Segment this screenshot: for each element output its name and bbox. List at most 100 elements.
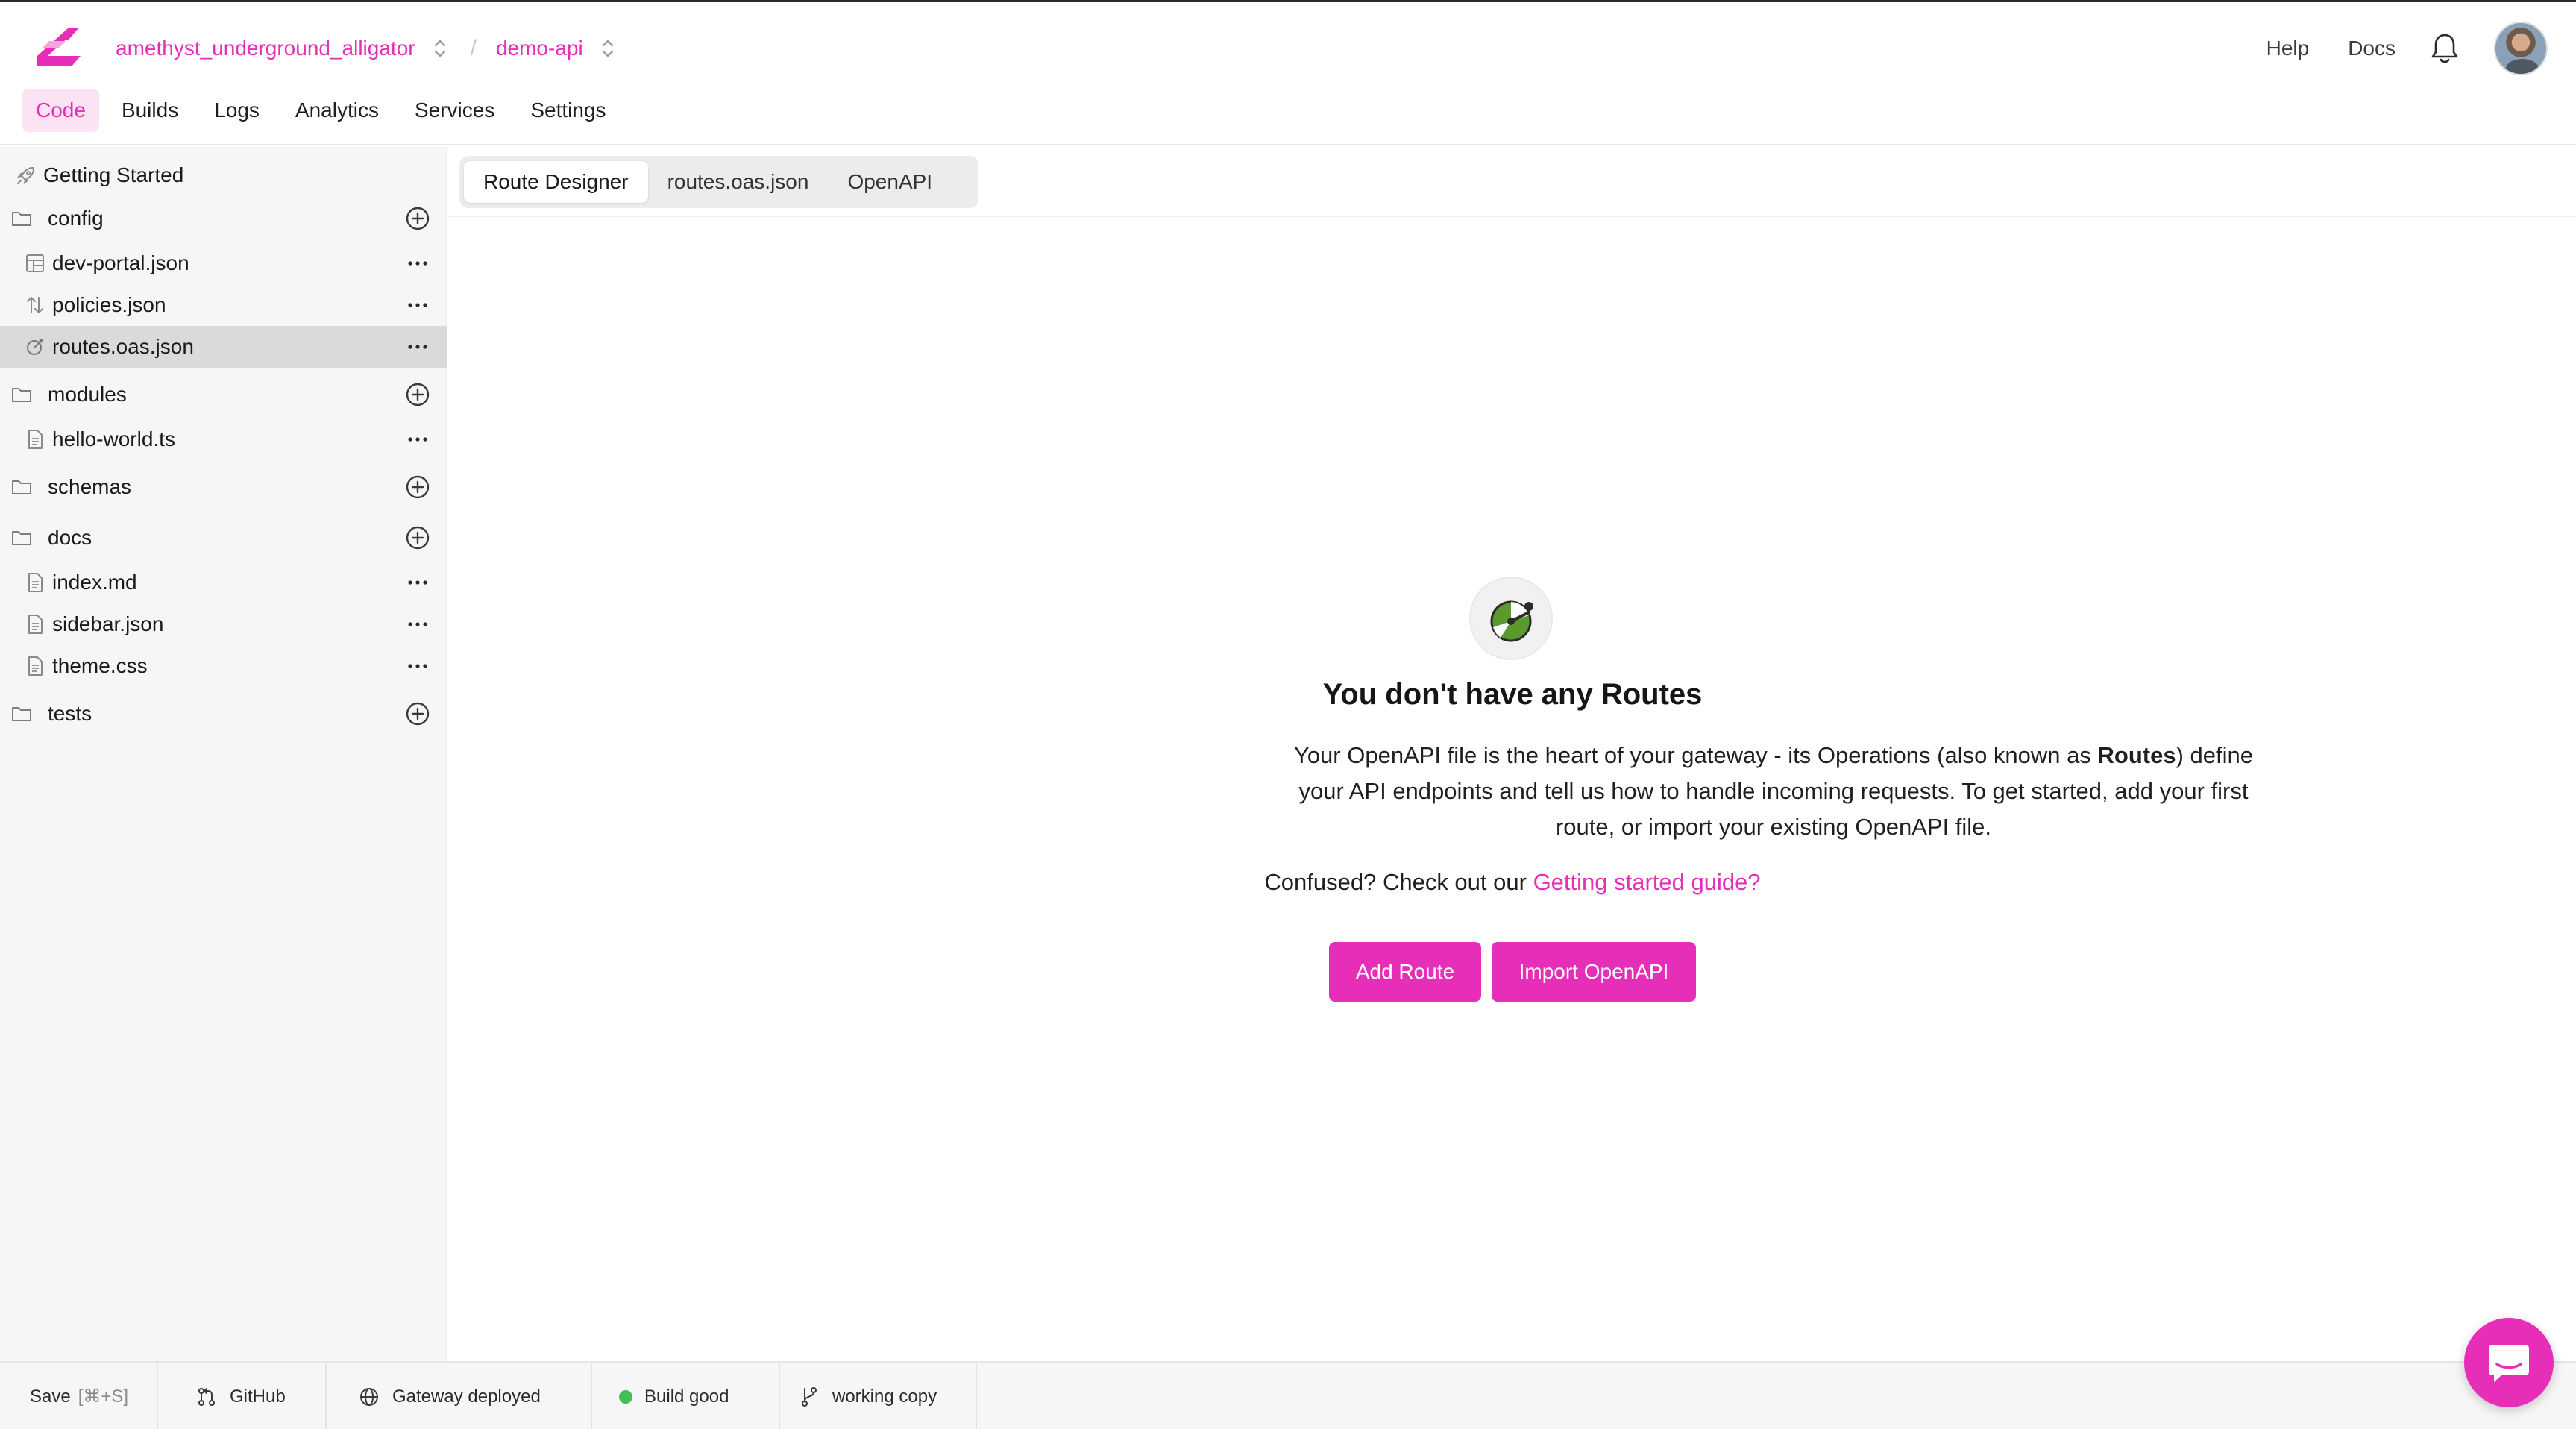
help-prefix: Confused? Check out our	[1264, 869, 1533, 895]
add-route-button[interactable]: Add Route	[1329, 942, 1481, 1002]
file-row[interactable]: index.md	[0, 562, 447, 603]
file-label: dev-portal.json	[52, 251, 189, 274]
more-options-icon[interactable]	[403, 568, 433, 597]
chevron-up-down-icon[interactable]	[432, 37, 448, 60]
file-explorer: Getting Started config dev-portal.json p…	[0, 147, 447, 1361]
status-dot	[619, 1389, 632, 1404]
file-row[interactable]: hello-world.ts	[0, 418, 447, 460]
folder-row[interactable]: docs	[0, 517, 447, 559]
user-avatar[interactable]	[2494, 22, 2548, 75]
file-row[interactable]: sidebar.json	[0, 603, 447, 645]
folder-label: docs	[48, 526, 92, 549]
gateway-label: Gateway deployed	[392, 1386, 541, 1407]
file-icon	[28, 430, 43, 449]
more-options-icon[interactable]	[403, 609, 433, 639]
folder-label: modules	[48, 383, 127, 406]
folder-icon	[12, 480, 31, 494]
folder-label: schemas	[48, 475, 132, 498]
getting-started-item[interactable]: Getting Started	[0, 154, 447, 196]
file-label: routes.oas.json	[52, 335, 194, 358]
file-row[interactable]: policies.json	[0, 284, 447, 326]
folder-label: config	[48, 207, 104, 230]
git-branch-icon	[802, 1386, 817, 1407]
globe-icon	[360, 1387, 378, 1406]
description-bold: Routes	[2097, 742, 2176, 768]
add-file-icon[interactable]	[403, 699, 433, 729]
project-switcher[interactable]: demo-api	[496, 37, 583, 60]
breadcrumb: amethyst_underground_alligator / demo-ap…	[116, 31, 616, 66]
file-row[interactable]: theme.css	[0, 645, 447, 687]
empty-state-description: Your OpenAPI file is the heart of your g…	[1289, 738, 2258, 845]
github-button[interactable]: GitHub	[158, 1363, 327, 1429]
add-file-icon[interactable]	[403, 472, 433, 502]
openapi-icon	[1469, 577, 1553, 660]
folder-row[interactable]: modules	[0, 374, 447, 415]
file-icon	[28, 573, 43, 592]
more-options-icon[interactable]	[403, 248, 433, 278]
chevron-up-down-icon[interactable]	[600, 37, 616, 60]
save-button[interactable]: Save [⌘+S]	[0, 1363, 158, 1429]
folder-icon	[12, 531, 31, 545]
branch-status[interactable]: working copy	[780, 1363, 977, 1429]
more-options-icon[interactable]	[403, 332, 433, 362]
folder-icon	[12, 707, 31, 721]
folder-row[interactable]: tests	[0, 693, 447, 735]
nav-tab-services[interactable]: Services	[401, 89, 508, 132]
file-label: sidebar.json	[52, 612, 164, 635]
folder-label: tests	[48, 702, 92, 725]
status-bar: Save [⌘+S] GitHub Gateway deployed Build…	[0, 1361, 2576, 1429]
add-file-icon[interactable]	[403, 523, 433, 553]
gateway-status[interactable]: Gateway deployed	[327, 1363, 592, 1429]
folder-row[interactable]: schemas	[0, 466, 447, 508]
import-openapi-button[interactable]: Import OpenAPI	[1492, 942, 1696, 1002]
folder-row[interactable]: config	[0, 198, 447, 239]
org-switcher[interactable]: amethyst_underground_alligator	[116, 37, 415, 60]
file-label: index.md	[52, 571, 137, 594]
rocket-icon	[16, 166, 35, 185]
file-label: theme.css	[52, 654, 148, 677]
more-options-icon[interactable]	[403, 290, 433, 320]
bell-icon[interactable]	[2428, 31, 2461, 66]
help-link[interactable]: Help	[2266, 37, 2310, 60]
editor-panel: Route Designer routes.oas.json OpenAPI Y…	[449, 147, 2576, 1361]
nav-tab-builds[interactable]: Builds	[108, 89, 192, 132]
app-header: amethyst_underground_alligator / demo-ap…	[0, 2, 2576, 145]
more-options-icon[interactable]	[403, 424, 433, 454]
folder-icon	[12, 388, 31, 402]
nav-tab-code[interactable]: Code	[22, 89, 99, 132]
folder-icon	[12, 212, 31, 226]
file-row[interactable]: dev-portal.json	[0, 242, 447, 284]
add-file-icon[interactable]	[403, 380, 433, 409]
empty-state: You don't have any Routes Your OpenAPI f…	[449, 147, 2576, 1361]
git-pull-request-icon	[198, 1387, 215, 1406]
file-icon	[28, 615, 43, 634]
nav-tab-analytics[interactable]: Analytics	[282, 89, 392, 132]
docs-link[interactable]: Docs	[2348, 37, 2396, 60]
nav-tab-settings[interactable]: Settings	[517, 89, 619, 132]
file-label: policies.json	[52, 293, 166, 316]
layout-icon	[26, 254, 44, 272]
getting-started-guide-link[interactable]: Getting started guide?	[1533, 869, 1761, 895]
help-line: Confused? Check out our Getting started …	[449, 869, 2576, 896]
breadcrumb-separator: /	[470, 36, 477, 60]
save-shortcut: [⌘+S]	[78, 1386, 129, 1407]
nav-tab-logs[interactable]: Logs	[201, 89, 273, 132]
add-file-icon[interactable]	[403, 204, 433, 233]
build-label: Build good	[644, 1386, 729, 1407]
more-options-icon[interactable]	[403, 651, 433, 681]
zuplo-logo[interactable]	[33, 23, 85, 69]
arrows-up-down-icon	[27, 297, 43, 313]
file-icon	[28, 656, 43, 676]
chat-bubble-icon	[2489, 1345, 2529, 1382]
save-label: Save	[30, 1386, 71, 1407]
empty-state-title: You don't have any Routes	[1322, 678, 1703, 711]
github-label: GitHub	[230, 1386, 286, 1407]
main-nav: Code Builds Logs Analytics Services Sett…	[22, 89, 629, 132]
chat-button[interactable]	[2464, 1318, 2554, 1407]
file-row-selected[interactable]: routes.oas.json	[0, 326, 447, 368]
header-actions: Help Docs	[2266, 22, 2576, 75]
routes-icon	[27, 339, 43, 355]
build-status[interactable]: Build good	[592, 1363, 780, 1429]
file-label: hello-world.ts	[52, 427, 175, 450]
branch-label: working copy	[832, 1386, 937, 1407]
